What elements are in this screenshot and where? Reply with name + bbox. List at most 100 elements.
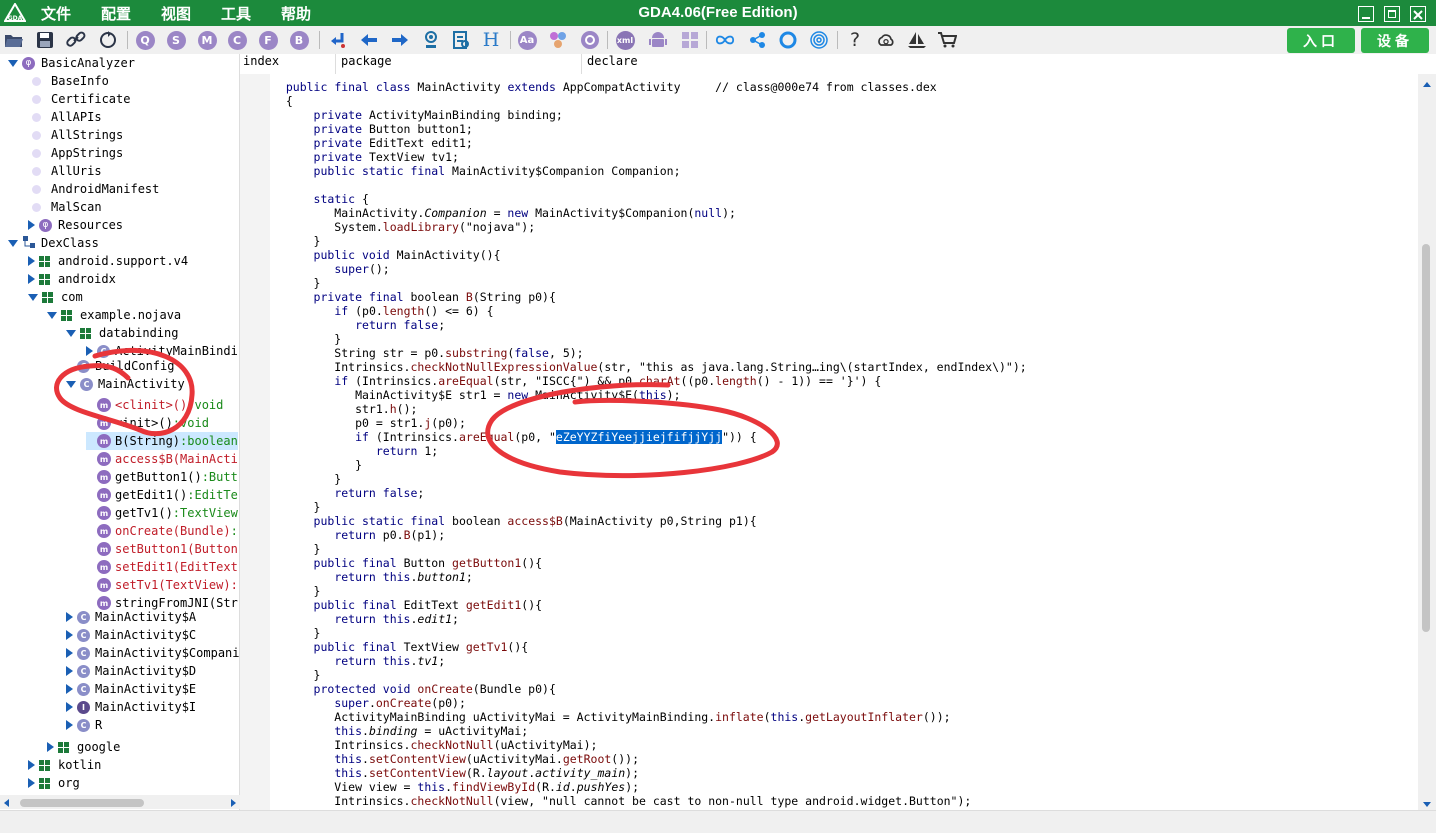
tree-item[interactable]: android.support.v4 — [28, 252, 188, 270]
code-line[interactable]: private Button button1; — [272, 122, 473, 136]
tree-item[interactable]: DexClass — [8, 234, 99, 252]
link-icon[interactable] — [66, 30, 86, 50]
tree-item[interactable]: C BuildConfig — [66, 357, 174, 375]
bookmark-icon[interactable]: B — [289, 30, 309, 50]
expand-arrow-icon[interactable] — [28, 760, 35, 770]
tree-item[interactable]: androidx — [28, 270, 116, 288]
column-declare[interactable]: declare — [584, 54, 1414, 74]
menu-tools[interactable]: 工具 — [221, 3, 251, 24]
tree-item[interactable]: m getButton1():Butt — [86, 468, 238, 486]
debug-icon[interactable] — [778, 30, 798, 50]
sailboat-icon[interactable] — [907, 30, 927, 50]
device-button[interactable]: 设备 — [1361, 28, 1429, 53]
code-line[interactable]: this.setContentView(uActivityMai.getRoot… — [272, 752, 639, 766]
tree-item[interactable]: C MainActivity$C — [66, 626, 196, 644]
expand-arrow-icon[interactable] — [66, 720, 73, 730]
code-line[interactable]: } — [272, 276, 321, 290]
code-line[interactable]: protected void onCreate(Bundle p0){ — [272, 682, 556, 696]
back-arrow-icon[interactable] — [359, 30, 379, 50]
code-line[interactable]: MainActivity.Companion = new MainActivit… — [272, 206, 736, 220]
code-line[interactable]: this.binding = uActivityMai; — [272, 724, 528, 738]
tree-item[interactable]: com — [28, 288, 83, 306]
expand-arrow-icon[interactable] — [28, 220, 35, 230]
code-line[interactable]: p0 = str1.j(p0); — [272, 416, 466, 430]
code-vertical-scrollbar[interactable] — [1418, 74, 1436, 810]
expand-arrow-icon[interactable] — [66, 612, 73, 622]
forward-arrow-icon[interactable] — [390, 30, 410, 50]
tree-item[interactable]: m getEdit1():EditTe — [86, 486, 238, 504]
tree-item[interactable]: m setTv1(TextView): — [86, 576, 238, 594]
expand-arrow-icon[interactable] — [66, 648, 73, 658]
code-line[interactable]: private EditText edit1; — [272, 136, 473, 150]
code-line[interactable]: public final Button getButton1(){ — [272, 556, 543, 570]
code-line[interactable]: String str = p0.substring(false, 5); — [272, 346, 583, 360]
code-line[interactable]: public final EditText getEdit1(){ — [272, 598, 543, 612]
menu-config[interactable]: 配置 — [101, 3, 131, 24]
tree-item[interactable]: AllAPIs — [28, 108, 102, 126]
tree-item[interactable]: kotlin — [28, 756, 101, 774]
tree-item[interactable]: φ BasicAnalyzer — [8, 54, 135, 72]
search-query-icon[interactable]: Q — [135, 30, 155, 50]
settings-gear-icon[interactable] — [580, 30, 600, 50]
xml-icon[interactable]: xml — [615, 30, 635, 50]
help-icon[interactable]: ? — [845, 29, 865, 51]
minimize-button[interactable] — [1358, 6, 1374, 22]
windows-icon[interactable] — [680, 30, 700, 50]
column-package[interactable]: package — [338, 54, 582, 74]
tree-item[interactable]: C MainActivity — [66, 375, 185, 393]
code-line[interactable]: } — [272, 542, 321, 556]
code-line[interactable]: public static final boolean access$B(Mai… — [272, 514, 757, 528]
tree-item[interactable]: m setEdit1(EditText — [86, 558, 238, 576]
expand-arrow-icon[interactable] — [66, 684, 73, 694]
code-line[interactable]: super.onCreate(p0); — [272, 696, 466, 710]
refresh-icon[interactable] — [98, 30, 118, 50]
code-line[interactable]: public final class MainActivity extends … — [272, 80, 937, 94]
hex-view-icon[interactable]: H — [481, 29, 501, 51]
expand-arrow-icon[interactable] — [28, 778, 35, 788]
expand-arrow-icon[interactable] — [28, 256, 35, 266]
code-line[interactable]: } — [272, 500, 321, 514]
code-line[interactable]: str1.h(); — [272, 402, 417, 416]
expand-arrow-icon[interactable] — [66, 630, 73, 640]
tree-item[interactable]: m <init>():void — [86, 414, 209, 432]
code-line[interactable]: } — [272, 332, 341, 346]
code-line[interactable]: private ActivityMainBinding binding; — [272, 108, 563, 122]
search-method-icon[interactable]: M — [197, 30, 217, 50]
code-line[interactable]: this.setContentView(R.layout.activity_ma… — [272, 766, 639, 780]
expand-arrow-icon[interactable] — [86, 346, 93, 356]
expand-arrow-icon[interactable] — [28, 274, 35, 284]
collapse-arrow-icon[interactable] — [28, 293, 38, 301]
collapse-arrow-icon[interactable] — [47, 311, 57, 319]
tree-item[interactable]: CR — [66, 716, 102, 734]
tree-item[interactable]: C MainActivity$Compani — [66, 644, 239, 662]
code-line[interactable]: } — [272, 458, 362, 472]
tree-item[interactable]: example.nojava — [47, 306, 181, 324]
code-line[interactable]: } — [272, 668, 321, 682]
code-line[interactable]: if (Intrinsics.areEqual(p0, "eZeYYZfiYee… — [272, 430, 757, 444]
search-class-icon[interactable]: C — [227, 30, 247, 50]
code-scroll-thumb[interactable] — [1422, 244, 1430, 632]
tree-item[interactable]: m getTv1():TextView — [86, 504, 238, 522]
code-line[interactable]: return 1; — [272, 444, 438, 458]
cart-icon[interactable] — [937, 30, 957, 50]
code-line[interactable]: System.loadLibrary("nojava"); — [272, 220, 535, 234]
cloud-icon[interactable] — [876, 30, 896, 50]
expand-arrow-icon[interactable] — [47, 742, 54, 752]
code-line[interactable]: Intrinsics.checkNotNull(uActivityMai); — [272, 738, 597, 752]
tree-item[interactable]: MalScan — [28, 198, 102, 216]
save-icon[interactable] — [35, 30, 55, 50]
location-icon[interactable] — [421, 30, 441, 50]
code-line[interactable]: return this.edit1; — [272, 612, 459, 626]
tree-item[interactable]: BaseInfo — [28, 72, 109, 90]
code-line[interactable]: } — [272, 234, 321, 248]
code-line[interactable]: if (p0.length() <= 6) { — [272, 304, 493, 318]
tree-item[interactable]: AllUris — [28, 162, 102, 180]
tree-item[interactable]: Certificate — [28, 90, 130, 108]
code-line[interactable]: public static final MainActivity$Compani… — [272, 164, 681, 178]
tree-item[interactable]: m onCreate(Bundle): — [86, 522, 238, 540]
fingerprint-icon[interactable] — [809, 30, 829, 50]
report-icon[interactable] — [451, 30, 471, 50]
code-line[interactable]: public final TextView getTv1(){ — [272, 640, 529, 654]
tree-item[interactable]: m B(String):boolean — [86, 432, 238, 450]
tree-item[interactable]: m access$B(MainActi — [86, 450, 238, 468]
